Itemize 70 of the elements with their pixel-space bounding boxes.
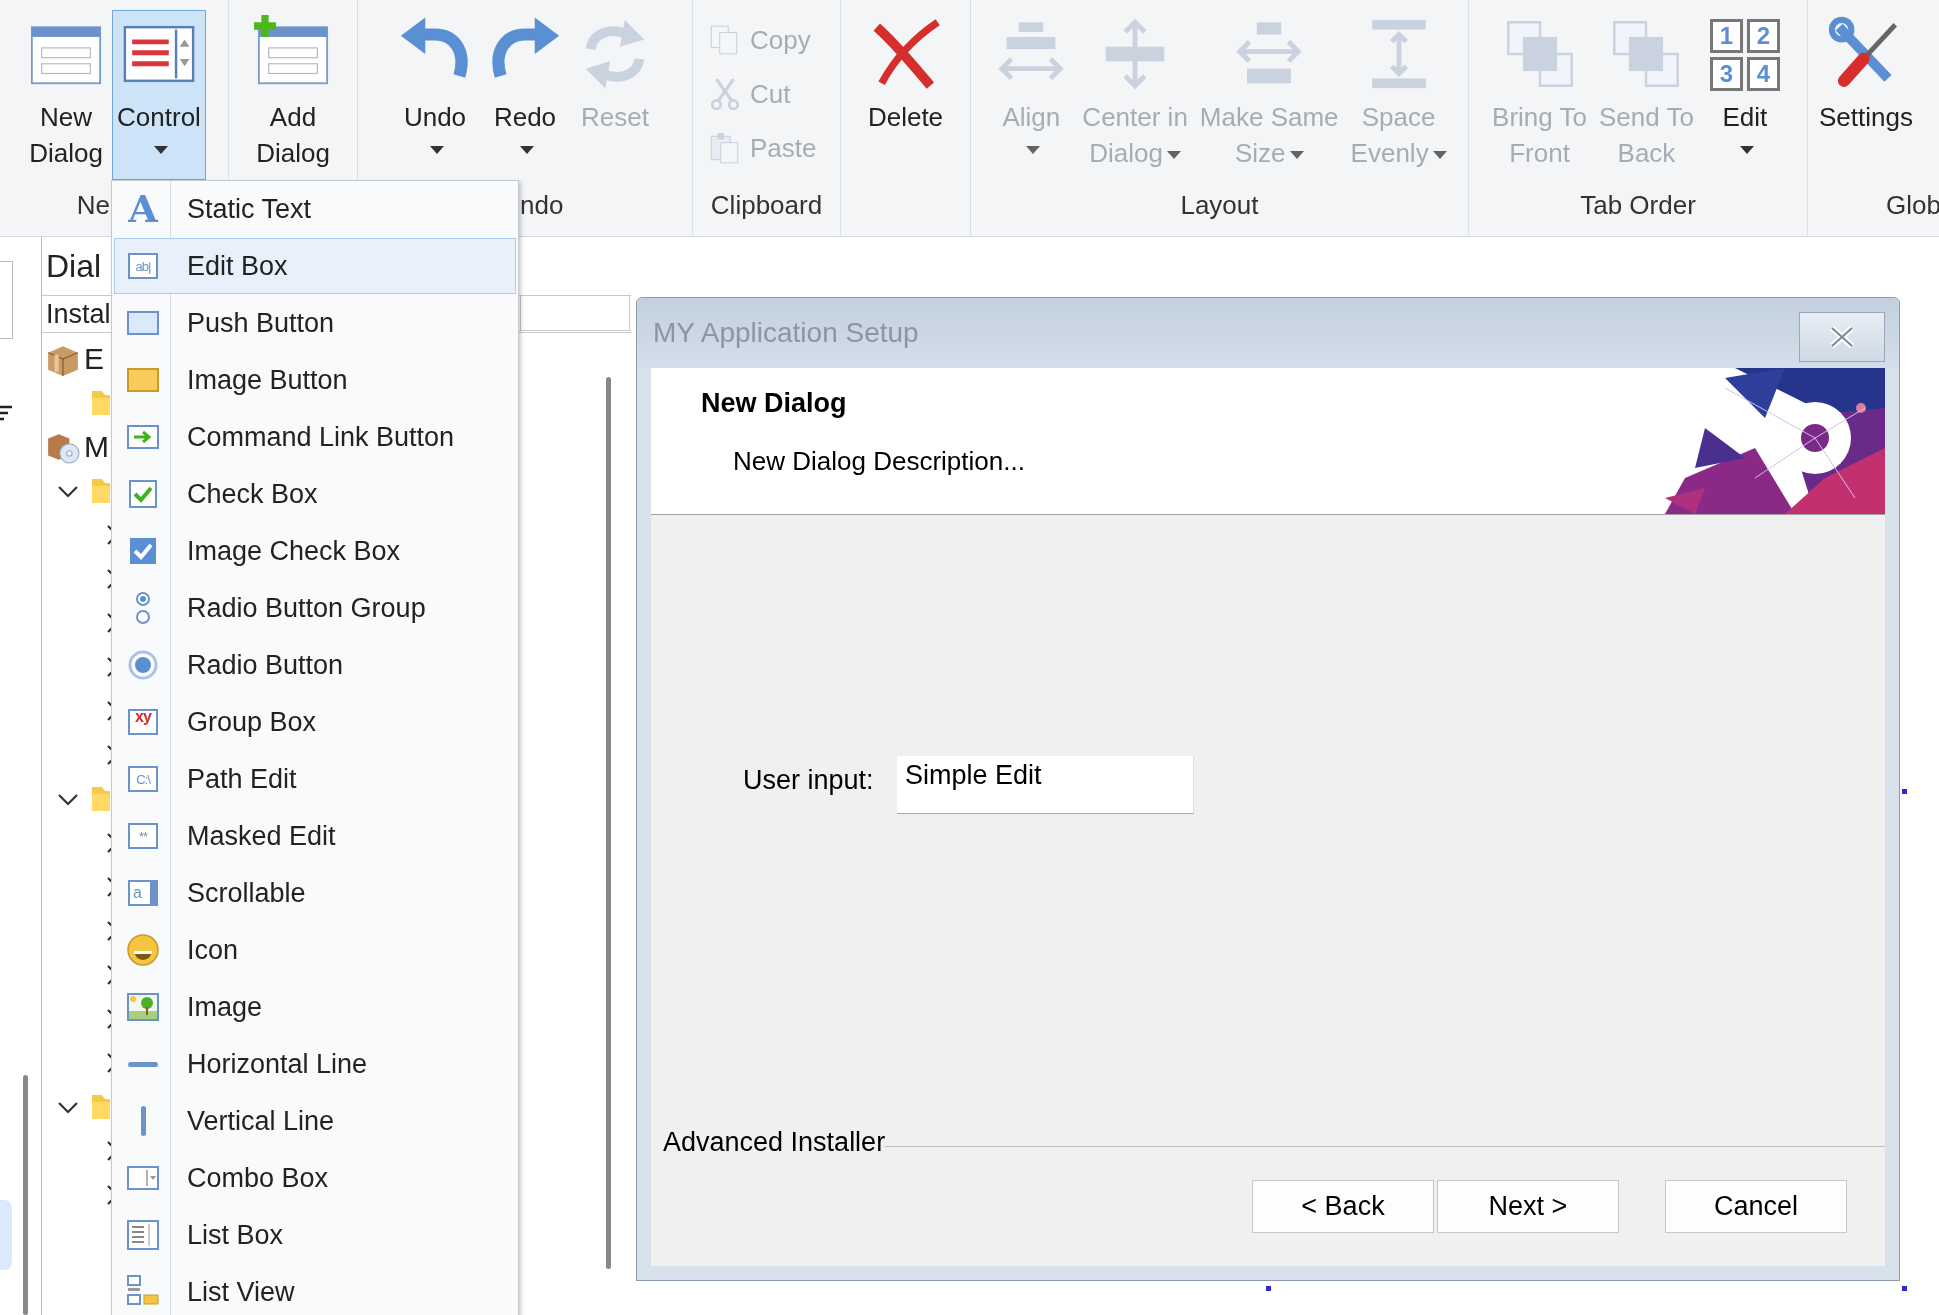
selection-handle[interactable] (1902, 789, 1907, 794)
text-field-icon: C:\ (128, 766, 158, 792)
folder-icon (92, 1095, 110, 1119)
folder-icon (92, 479, 110, 503)
menu-item[interactable]: xy Group Box (114, 694, 516, 750)
menu-item[interactable]: Image (114, 979, 516, 1035)
dialog-button[interactable]: < Back (1252, 1180, 1434, 1233)
menu-item[interactable]: Vertical Line (114, 1093, 516, 1149)
group-label: Clipboard (710, 190, 823, 220)
dialog-description: New Dialog Description... (733, 446, 1025, 477)
scrollbar[interactable] (23, 1075, 28, 1315)
column-header[interactable]: Instal (46, 299, 111, 329)
ribbon-button[interactable]: Control (112, 10, 206, 180)
tree-item-label[interactable]: E (84, 342, 104, 376)
menu-item[interactable]: Image Check Box (114, 523, 516, 579)
ribbon-button[interactable]: 1 2 3 4 Edit (1700, 10, 1789, 180)
menu-item[interactable]: Radio Button Group (114, 580, 516, 636)
column-header-cell[interactable] (520, 295, 630, 331)
menu-item[interactable]: List View (114, 1264, 516, 1315)
group-label: Tab Order (1580, 190, 1696, 220)
group-label: Ne (76, 190, 110, 220)
selection-handle[interactable] (1902, 1286, 1907, 1291)
menu-item[interactable]: A Static Text (114, 181, 516, 237)
input-field[interactable]: Simple Edit (897, 756, 1194, 814)
dialog-button[interactable]: Next > (1437, 1180, 1619, 1233)
window-title: MY Application Setup (653, 317, 919, 349)
smiley-icon (125, 932, 161, 968)
ribbon-button[interactable]: New Dialog (22, 10, 111, 180)
folder-icon (92, 787, 110, 811)
group-box-icon: xy (128, 709, 158, 735)
menu-item[interactable]: Image Button (114, 352, 516, 408)
folder-icon (92, 391, 110, 415)
scroll-field-icon: a (128, 880, 158, 906)
selection-handle[interactable] (1266, 1286, 1271, 1291)
menu-item[interactable]: List Box (114, 1207, 516, 1263)
close-icon (1828, 325, 1856, 349)
separator-label: Advanced Installer (663, 1127, 886, 1158)
menu-item[interactable]: C:\ Path Edit (114, 751, 516, 807)
scissors-icon (708, 77, 742, 111)
group-label: Glob (1886, 190, 1939, 220)
field-label: User input: (743, 765, 874, 796)
menu-item[interactable]: Check Box (114, 466, 516, 522)
ribbon-button[interactable]: Delete (861, 10, 950, 180)
close-button[interactable] (1799, 312, 1885, 362)
list-icon (125, 1217, 161, 1253)
menu-item[interactable]: Radio Button (114, 637, 516, 693)
dialog-heading: New Dialog (701, 388, 847, 419)
ribbon-button[interactable]: Redo (481, 10, 569, 180)
letter-icon: A (128, 190, 158, 228)
scrollbar[interactable] (606, 377, 611, 1269)
menu-item[interactable]: Combo Box (114, 1150, 516, 1206)
menu-item[interactable]: Horizontal Line (114, 1036, 516, 1092)
text-field-icon: ** (128, 823, 158, 849)
side-tab[interactable] (0, 1200, 12, 1270)
dialog-button[interactable]: Cancel (1665, 1180, 1847, 1233)
ribbon-button[interactable]: Add Dialog (249, 10, 337, 180)
lines-icon[interactable] (0, 405, 12, 421)
ribbon-button[interactable]: Settings (1814, 10, 1918, 180)
menu-item[interactable]: Command Link Button (114, 409, 516, 465)
panel-title: Dial (46, 248, 102, 284)
menu-item[interactable]: a Scrollable (114, 865, 516, 921)
group-label: ndo (520, 190, 564, 220)
menu-item[interactable]: ** Masked Edit (114, 808, 516, 864)
menu-item[interactable]: Icon (114, 922, 516, 978)
text-field-icon: ab| (128, 253, 158, 279)
tree-item-label[interactable]: M (84, 430, 109, 464)
menu-item[interactable]: Push Button (114, 295, 516, 351)
ribbon-button[interactable]: Undo (391, 10, 479, 180)
group-label: Layout (1180, 190, 1259, 220)
menu-item[interactable]: ab| Edit Box (114, 238, 516, 294)
